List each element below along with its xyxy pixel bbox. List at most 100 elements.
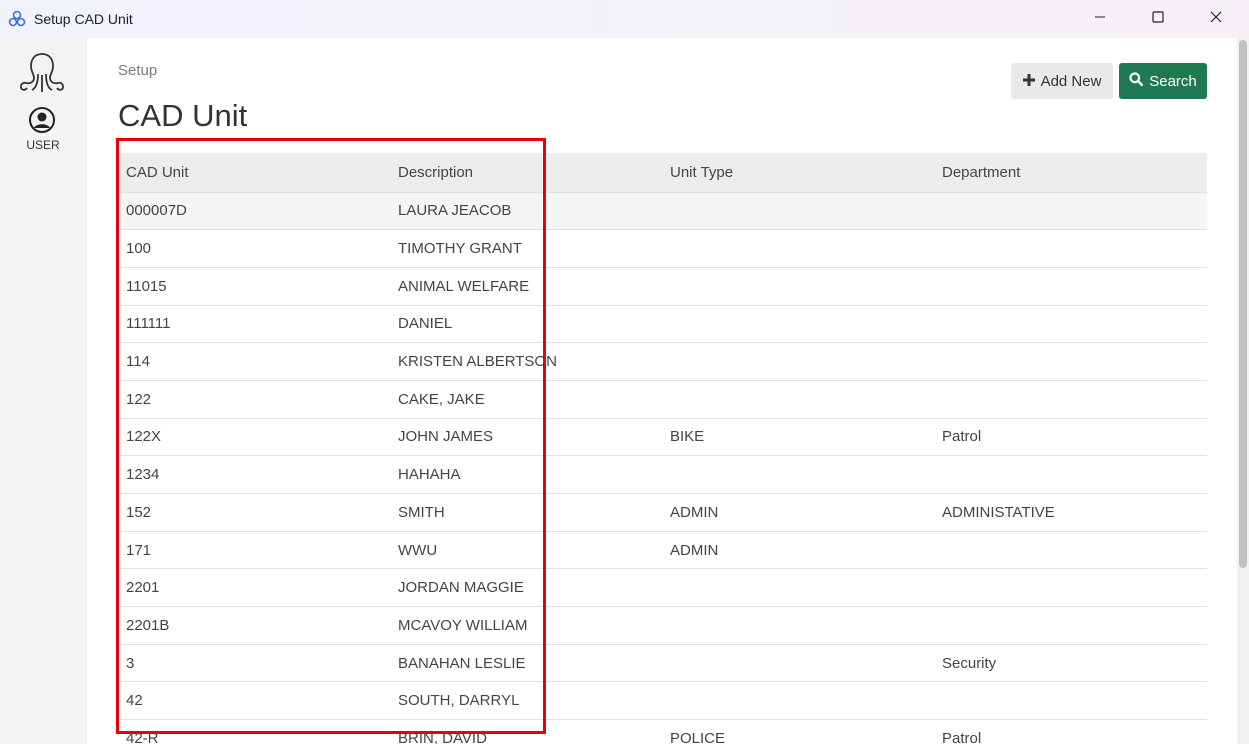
description-cell: SOUTH, DARRYL [390,681,662,720]
department-cell [934,266,1207,306]
table-row[interactable]: 000007D LAURA JEACOB [118,191,1207,230]
department-cell: Security [934,643,1207,682]
department-cell [934,681,1207,720]
table-row[interactable]: 122X JOHN JAMES BIKE Patrol [118,417,1207,456]
column-header-cad-unit[interactable]: CAD Unit [118,153,390,192]
unit-type-cell [662,229,934,268]
department-cell [934,191,1207,230]
description-cell: LAURA JEACOB [390,191,662,230]
table-row[interactable]: 111111 DANIEL [118,304,1207,343]
description-cell: WWU [390,530,662,569]
search-label: Search [1149,72,1197,90]
window-title: Setup CAD Unit [34,11,133,27]
search-button[interactable]: Search [1119,63,1207,99]
description-cell: JORDAN MAGGIE [390,568,662,607]
add-new-button[interactable]: Add New [1011,63,1113,99]
table-row[interactable]: 122 CAKE, JAKE [118,379,1207,419]
table-row[interactable]: 2201 JORDAN MAGGIE [118,568,1207,607]
scrollbar-thumb[interactable] [1239,40,1247,568]
unit-type-cell [662,455,934,494]
cad-unit-cell: 000007D [118,191,390,230]
cad-unit-cell: 42 [118,681,390,720]
unit-type-cell: POLICE [662,719,934,744]
cad-unit-cell: 2201 [118,568,390,607]
table-row[interactable]: 1234 HAHAHA [118,455,1207,494]
department-cell [934,229,1207,268]
table-row[interactable]: 42-R BRIN, DAVID POLICE Patrol [118,719,1207,744]
department-cell [934,342,1207,381]
cad-unit-cell: 100 [118,229,390,268]
description-cell: DANIEL [390,304,662,343]
description-cell: ANIMAL WELFARE [390,266,662,306]
cad-unit-cell: 11015 [118,266,390,306]
unit-type-cell [662,266,934,306]
department-cell [934,568,1207,607]
cad-unit-cell: 122X [118,417,390,456]
unit-type-cell: ADMIN [662,530,934,569]
unit-type-cell [662,304,934,343]
table-row[interactable]: 152 SMITH ADMIN ADMINISTATIVE [118,493,1207,532]
title-bar: Setup CAD Unit [0,0,1249,38]
close-icon [1210,10,1222,28]
unit-type-cell [662,643,934,682]
description-cell: TIMOTHY GRANT [390,229,662,268]
department-cell [934,304,1207,343]
cad-unit-cell: 122 [118,379,390,419]
description-cell: BANAHAN LESLIE [390,643,662,682]
table-row[interactable]: 11015 ANIMAL WELFARE [118,266,1207,306]
vertical-scrollbar[interactable] [1237,38,1249,744]
cad-unit-cell: 152 [118,493,390,532]
plus-icon [1022,73,1035,90]
column-header-description[interactable]: Description [390,153,662,192]
description-cell: SMITH [390,493,662,532]
unit-type-cell [662,379,934,419]
app-logo-icon [8,10,26,28]
user-circle-icon[interactable] [29,107,55,133]
cad-unit-cell: 171 [118,530,390,569]
cad-unit-cell: 111111 [118,304,390,343]
cad-unit-cell: 2201B [118,606,390,645]
description-cell: MCAVOY WILLIAM [390,606,662,645]
minimize-button[interactable] [1071,0,1129,38]
table-row[interactable]: 114 KRISTEN ALBERTSON [118,342,1207,381]
department-cell: Patrol [934,417,1207,456]
table-row[interactable]: 42 SOUTH, DARRYL [118,681,1207,720]
description-cell: BRIN, DAVID [390,719,662,744]
close-button[interactable] [1187,0,1245,38]
department-cell: Patrol [934,719,1207,744]
department-cell [934,530,1207,569]
department-cell [934,379,1207,419]
column-header-unit-type[interactable]: Unit Type [662,153,934,192]
cad-unit-cell: 3 [118,643,390,682]
description-cell: JOHN JAMES [390,417,662,456]
cad-unit-cell: 114 [118,342,390,381]
table-body: 000007D LAURA JEACOB 100 TIMOTHY GRANT 11015… [118,191,1207,744]
department-cell: ADMINISTATIVE [934,493,1207,532]
octopus-logo-icon[interactable] [16,50,68,94]
table-row[interactable]: 3 BANAHAN LESLIE Security [118,643,1207,682]
add-new-label: Add New [1040,72,1102,90]
search-icon [1129,72,1144,90]
cad-unit-table: CAD Unit Description Unit Type Departmen… [118,153,1207,744]
column-header-department[interactable]: Department [934,153,1207,192]
unit-type-cell: ADMIN [662,493,934,532]
page-title: CAD Unit [118,98,248,133]
description-cell: CAKE, JAKE [390,379,662,419]
department-cell [934,606,1207,645]
maximize-icon [1152,10,1164,28]
breadcrumb[interactable]: Setup [118,62,157,79]
unit-type-cell [662,191,934,230]
table-row[interactable]: 2201B MCAVOY WILLIAM [118,606,1207,645]
user-label[interactable]: USER [0,138,86,152]
maximize-button[interactable] [1129,0,1187,38]
unit-type-cell [662,568,934,607]
unit-type-cell [662,342,934,381]
unit-type-cell [662,681,934,720]
cad-unit-cell: 42-R [118,719,390,744]
unit-type-cell: BIKE [662,417,934,456]
table-header-row: CAD Unit Description Unit Type Departmen… [118,153,1207,192]
description-cell: KRISTEN ALBERTSON [390,342,662,381]
table-row[interactable]: 171 WWU ADMIN [118,530,1207,569]
description-cell: HAHAHA [390,455,662,494]
table-row[interactable]: 100 TIMOTHY GRANT [118,229,1207,268]
